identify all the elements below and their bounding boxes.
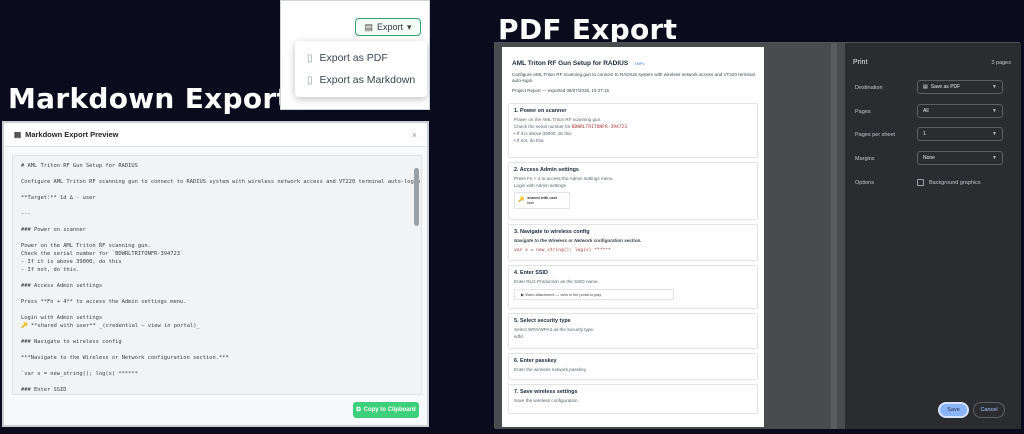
scrollbar-thumb[interactable]	[414, 168, 419, 226]
shared-label: shared with user	[527, 196, 558, 201]
print-title: Print	[853, 59, 868, 66]
document-title: AML Triton RF Gun Setup for RADIUS TMPL	[512, 60, 645, 67]
export-button-label: Export	[376, 22, 403, 32]
clipboard-icon: ⧉	[356, 406, 361, 413]
code-snippet: var x = new_string(); log(x) ******	[514, 247, 611, 253]
step-heading: 3. Navigate to wireless config	[514, 229, 590, 235]
pages-per-sheet-value: 1	[923, 131, 926, 137]
bullet-item: • If not, do this.	[514, 137, 545, 143]
step-card: 6. Enter passkey Enter the wireless netw…	[508, 353, 758, 380]
destination-label: Destination	[855, 85, 883, 91]
print-dialog: AML Triton RF Gun Setup for RADIUS TMPL …	[494, 42, 1021, 429]
markdown-preview-modal: ▤ Markdown Export Preview × # AML Triton…	[2, 121, 429, 427]
export-as-markdown-label: Export as Markdown	[319, 74, 416, 86]
step-line: Save the wireless configuration.	[514, 398, 579, 404]
pages-value: All	[923, 108, 929, 114]
key-icon: 🔑	[518, 197, 525, 204]
export-button[interactable]: ▤ Export ▾	[355, 18, 421, 36]
copy-button-label: Copy to Clipboard	[363, 407, 416, 413]
pages-select[interactable]: All ▼	[917, 104, 1003, 118]
file-icon: ▯	[307, 52, 313, 64]
options-label: Options	[855, 180, 874, 186]
caret-down-icon: ▾	[407, 21, 412, 32]
pdf-file-icon: ▤	[923, 84, 928, 90]
export-dropdown: ▯ Export as PDF ▯ Export as Markdown	[295, 41, 427, 97]
pages-label: Pages	[855, 109, 871, 115]
scrollbar[interactable]	[414, 160, 419, 392]
file-export-icon: ▤	[364, 21, 373, 32]
chevron-down-icon: ▼	[992, 155, 997, 161]
bullet-text: If it is above 39000, do this	[516, 131, 572, 137]
export-as-pdf-label: Export as PDF	[319, 52, 388, 64]
cancel-button[interactable]: Cancel	[973, 402, 1005, 418]
step-card: 3. Navigate to wireless config Navigate …	[508, 224, 758, 261]
step-line: Navigate to the Wireless or Network conf…	[514, 238, 642, 244]
step-line: Enter the wireless network passkey.	[514, 367, 587, 373]
step-heading: 1. Power on scanner	[514, 108, 567, 114]
step-heading: 4. Enter SSID	[514, 270, 548, 276]
preview-scrollbar[interactable]	[831, 43, 837, 429]
video-attachment[interactable]: ▶ Video attachment — view in the portal …	[514, 288, 674, 300]
step-card: 7. Save wireless settings Save the wirel…	[508, 384, 758, 414]
destination-value: Save as PDF	[930, 84, 961, 90]
step-line: Login with Admin settings	[514, 182, 566, 188]
background-graphics-label: Background graphics	[929, 179, 981, 186]
chevron-down-icon: ▼	[992, 84, 997, 90]
serial-code: BDWRLTRITONFR-394723	[571, 124, 628, 130]
step-line: Enter RLG Production as the SSID name.	[514, 279, 599, 285]
document-description: Configure AML Triton RF scanning gun to …	[512, 72, 755, 84]
step-heading: 2. Access Admin settings	[514, 167, 579, 173]
background-graphics-checkbox[interactable]	[917, 179, 924, 186]
step-card: 2. Access Admin settings Press Fn + 4 to…	[508, 162, 758, 220]
step-card: 5. Select security type Select WPA/WPA2 …	[508, 313, 758, 349]
margins-select[interactable]: None ▼	[917, 151, 1003, 165]
pages-per-sheet-select[interactable]: 1 ▼	[917, 127, 1003, 141]
export-as-pdf-item[interactable]: ▯ Export as PDF	[295, 47, 427, 69]
close-icon[interactable]: ×	[412, 130, 417, 140]
chevron-down-icon: ▼	[992, 108, 997, 114]
margins-value: None	[923, 155, 935, 161]
destination-select[interactable]: ▤ Save as PDF ▼	[917, 80, 1003, 94]
copy-to-clipboard-button[interactable]: ⧉ Copy to Clipboard	[353, 402, 419, 418]
export-menu-screenshot: ▤ Export ▾ ▯ Export as PDF ▯ Export as M…	[280, 0, 430, 110]
modal-header: ▤ Markdown Export Preview ×	[4, 123, 427, 147]
export-as-markdown-item[interactable]: ▯ Export as Markdown	[295, 69, 427, 91]
document-title-text: AML Triton RF Gun Setup for RADIUS	[512, 60, 629, 67]
markdown-content-area[interactable]: # AML Triton RF Gun Setup for RADIUS Con…	[12, 155, 422, 395]
bullet-text: If not, do this.	[516, 137, 545, 143]
save-button[interactable]: Save	[938, 402, 969, 418]
step-line: sdfd	[514, 333, 523, 339]
step-card: 1. Power on scanner Power on the AML Tri…	[508, 103, 758, 158]
file-icon: ▯	[307, 74, 313, 86]
step-heading: 6. Enter passkey	[514, 358, 557, 364]
pages-per-sheet-label: Pages per sheet	[855, 132, 896, 138]
step-line: Check the serial number for BDWRLTRITONF…	[514, 124, 752, 131]
pages-count: 3 pages	[991, 60, 1011, 66]
print-preview-area: AML Triton RF Gun Setup for RADIUS TMPL …	[495, 43, 845, 429]
shared-credential-box[interactable]: 🔑 shared with user task	[514, 192, 570, 210]
print-settings-panel: Print 3 pages Destination ▤ Save as PDF …	[845, 43, 1021, 429]
template-tag: TMPL	[634, 61, 645, 66]
markdown-export-heading: Markdown Export	[8, 82, 291, 115]
shared-sub: task	[527, 200, 535, 205]
shared-credential-text: shared with user task	[527, 196, 557, 205]
chevron-down-icon: ▼	[992, 131, 997, 137]
step-heading: 7. Save wireless settings	[514, 389, 578, 395]
pdf-page-preview: AML Triton RF Gun Setup for RADIUS TMPL …	[502, 47, 764, 427]
step-card: 4. Enter SSID Enter RLG Production as th…	[508, 265, 758, 309]
step-line-text: Check the serial number for	[514, 123, 571, 129]
step-heading: 5. Select security type	[514, 318, 571, 324]
background-graphics-option[interactable]: Background graphics	[917, 179, 981, 186]
markdown-text: # AML Triton RF Gun Setup for RADIUS Con…	[21, 163, 422, 393]
margins-label: Margins	[855, 156, 875, 162]
report-export-line: Project Report — exported 08/07/2026, 15…	[512, 88, 610, 93]
document-icon: ▤	[14, 130, 22, 139]
modal-title: Markdown Export Preview	[25, 130, 119, 139]
